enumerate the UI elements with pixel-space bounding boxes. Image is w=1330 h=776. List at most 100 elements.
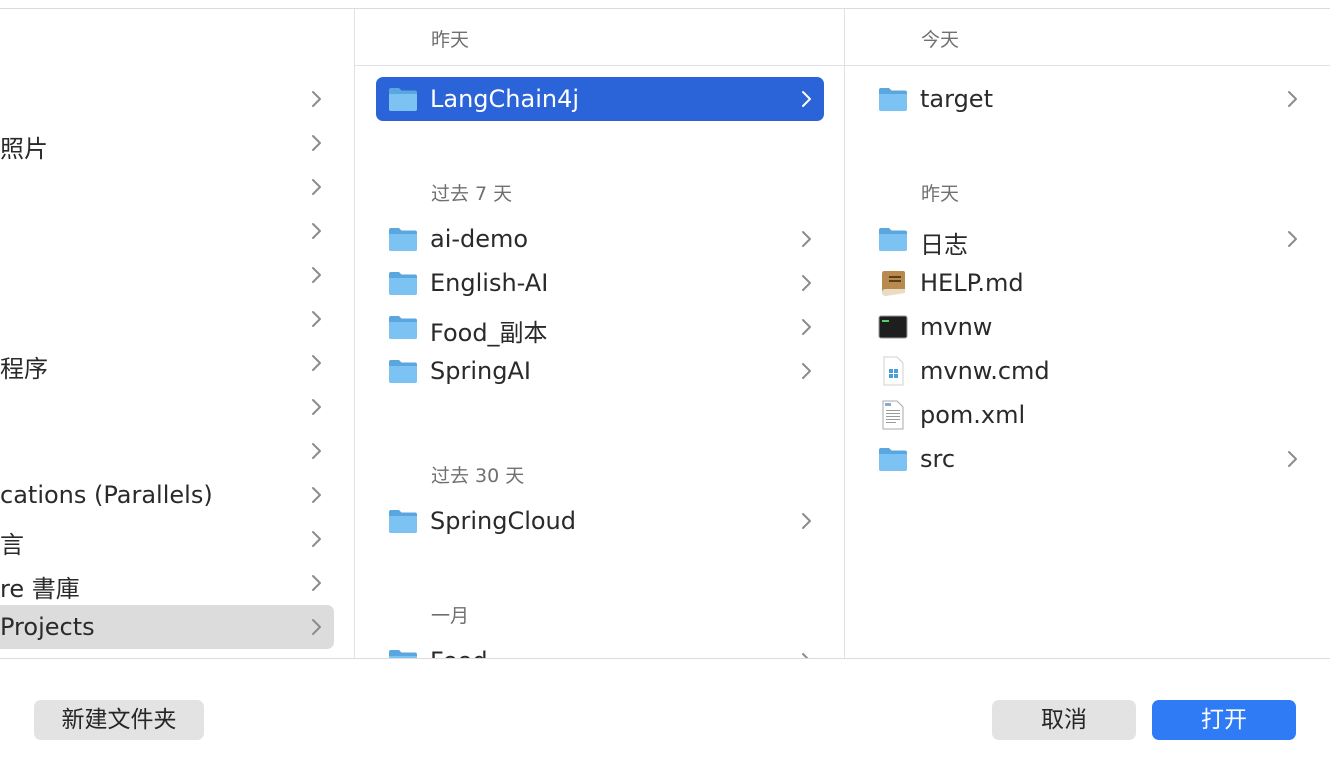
list-item-label: mvnw.cmd — [920, 357, 1050, 385]
cancel-button[interactable]: 取消 — [992, 700, 1136, 740]
chevron-right-icon — [310, 441, 322, 461]
folder-icon — [388, 312, 418, 342]
chevron-right-icon — [310, 617, 322, 637]
folder-icon — [388, 268, 418, 298]
folder-icon — [388, 84, 418, 114]
book-icon — [878, 268, 908, 298]
list-item-label: 言 — [0, 531, 24, 559]
chevron-right-icon — [800, 229, 812, 249]
chevron-right-icon — [310, 353, 322, 373]
folder-icon — [878, 224, 908, 254]
document-icon — [878, 400, 908, 430]
group-label: 过去 7 天 — [431, 183, 513, 205]
new-folder-button[interactable]: 新建文件夹 — [34, 700, 204, 740]
group-label: 一月 — [431, 605, 470, 627]
terminal-icon — [878, 312, 908, 342]
list-item-label: ai-demo — [430, 225, 529, 253]
chevron-right-icon — [800, 361, 812, 381]
list-item-ai-demo[interactable]: ai-demo — [376, 217, 824, 261]
list-item-food-copy[interactable]: Food_副本 — [376, 305, 824, 349]
list-item-mvnw-cmd[interactable]: mvnw.cmd — [866, 349, 1310, 393]
list-item-target[interactable]: target — [866, 77, 1310, 121]
list-item-label: src — [920, 445, 956, 473]
list-item-langchain4j[interactable]: LangChain4j — [376, 77, 824, 121]
footer-divider — [0, 658, 1330, 659]
list-item-label: re 書庫 — [0, 575, 80, 603]
chevron-right-icon — [800, 511, 812, 531]
chevron-right-icon — [800, 89, 812, 109]
list-item-label: 日志 — [920, 231, 968, 259]
langchain4j-column: 今天 target 昨天 日志 HELP.md mvnw mvnw.cmd po… — [845, 9, 1330, 658]
list-item-label: Food_副本 — [430, 319, 548, 347]
list-item-label: HELP.md — [920, 269, 1024, 297]
list-item-english-ai[interactable]: English-AI — [376, 261, 824, 305]
list-item[interactable] — [0, 297, 334, 341]
list-item[interactable]: re 書庫 — [0, 561, 334, 605]
folder-icon — [388, 506, 418, 536]
list-item-food[interactable]: Food — [376, 639, 824, 658]
column-header: 昨天 — [355, 9, 844, 66]
list-item[interactable] — [0, 385, 334, 429]
list-item-label: target — [920, 85, 993, 113]
column-divider[interactable] — [354, 9, 355, 658]
list-item-label: 程序 — [0, 355, 48, 383]
chevron-right-icon — [800, 273, 812, 293]
list-item[interactable]: 程序 — [0, 341, 334, 385]
list-item-src[interactable]: src — [866, 437, 1310, 481]
column-header-label: 昨天 — [431, 29, 470, 51]
list-item-pom-xml[interactable]: pom.xml — [866, 393, 1310, 437]
list-item-label: pom.xml — [920, 401, 1026, 429]
chevron-right-icon — [1286, 449, 1298, 469]
chevron-right-icon — [310, 265, 322, 285]
parent-column: 照片 程序 cations (Parallels) 言 re 書庫 Projec… — [0, 9, 354, 658]
list-item-label: LangChain4j — [430, 85, 580, 113]
folder-icon — [388, 356, 418, 386]
list-item-label: mvnw — [920, 313, 993, 341]
list-item[interactable] — [0, 165, 334, 209]
list-item-label: Projects — [0, 613, 95, 641]
list-item-mvnw[interactable]: mvnw — [866, 305, 1310, 349]
chevron-right-icon — [800, 651, 812, 658]
chevron-right-icon — [1286, 89, 1298, 109]
open-button[interactable]: 打开 — [1152, 700, 1296, 740]
list-item[interactable]: 言 — [0, 517, 334, 561]
windows-file-icon — [878, 356, 908, 386]
list-item-label: English-AI — [430, 269, 549, 297]
chevron-right-icon — [310, 573, 322, 593]
folder-icon — [878, 444, 908, 474]
list-item[interactable]: cations (Parallels) — [0, 473, 334, 517]
chevron-right-icon — [310, 89, 322, 109]
list-item[interactable] — [0, 429, 334, 473]
chevron-right-icon — [1286, 229, 1298, 249]
group-label: 昨天 — [921, 183, 960, 205]
folder-icon — [388, 646, 418, 658]
chevron-right-icon — [310, 529, 322, 549]
list-item[interactable] — [0, 77, 334, 121]
list-item-label: Food — [430, 647, 488, 658]
group-label: 过去 30 天 — [431, 465, 525, 487]
list-item-label: SpringAI — [430, 357, 531, 385]
list-item[interactable] — [0, 209, 334, 253]
list-item-springai[interactable]: SpringAI — [376, 349, 824, 393]
list-item[interactable] — [0, 253, 334, 297]
list-item-projects[interactable]: Projects — [0, 605, 334, 649]
chevron-right-icon — [310, 397, 322, 417]
list-item-logs[interactable]: 日志 — [866, 217, 1310, 261]
column-header-label: 今天 — [921, 29, 960, 51]
chevron-right-icon — [310, 309, 322, 329]
chevron-right-icon — [800, 317, 812, 337]
folder-icon — [388, 224, 418, 254]
projects-column: 昨天 LangChain4j 过去 7 天 ai-demo English-AI… — [355, 9, 844, 658]
column-divider[interactable] — [844, 9, 845, 658]
chevron-right-icon — [310, 133, 322, 153]
chevron-right-icon — [310, 177, 322, 197]
chevron-right-icon — [310, 485, 322, 505]
folder-icon — [878, 84, 908, 114]
list-item-springcloud[interactable]: SpringCloud — [376, 499, 824, 543]
column-browser: 照片 程序 cations (Parallels) 言 re 書庫 Projec… — [0, 9, 1330, 658]
list-item-label: SpringCloud — [430, 507, 577, 535]
list-item[interactable]: 照片 — [0, 121, 334, 165]
list-item-label: 照片 — [0, 135, 48, 163]
column-header: 今天 — [845, 9, 1330, 66]
list-item-help-md[interactable]: HELP.md — [866, 261, 1310, 305]
